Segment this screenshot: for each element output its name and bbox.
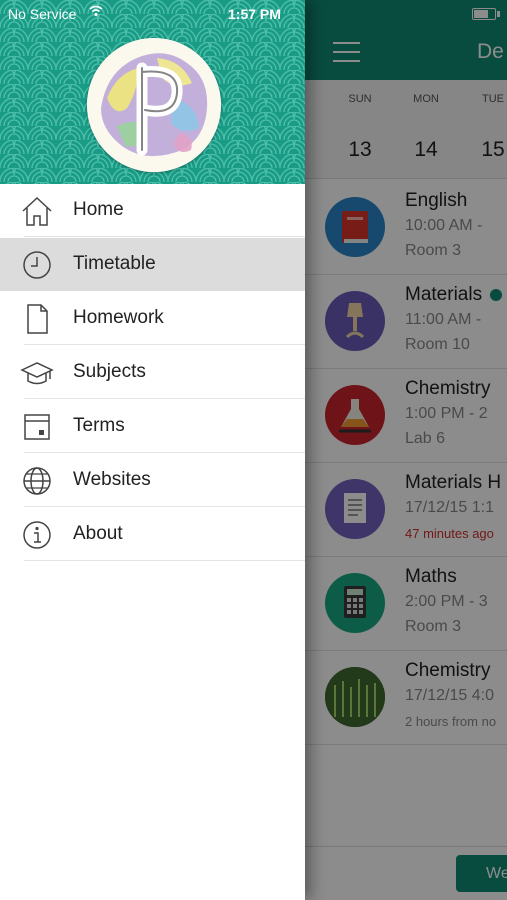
graduation-cap-icon bbox=[20, 362, 54, 385]
lesson-row[interactable]: Maths 2:00 PM - 3 Room 3 bbox=[305, 556, 507, 651]
info-icon bbox=[23, 521, 51, 549]
side-drawer: No Service 1:57 PM Home Timetable Homewo… bbox=[0, 0, 305, 900]
home-icon bbox=[22, 196, 52, 226]
drawer-header: No Service 1:57 PM bbox=[0, 0, 305, 184]
lesson-title: Materials bbox=[405, 284, 483, 305]
menu-item-homework[interactable]: Homework bbox=[0, 292, 305, 345]
battery-icon bbox=[472, 8, 496, 20]
document-icon bbox=[325, 479, 385, 539]
status-time: 1:57 PM bbox=[228, 6, 281, 22]
flask-icon bbox=[325, 385, 385, 445]
book-icon bbox=[325, 197, 385, 257]
menu-item-about[interactable]: About bbox=[0, 508, 305, 561]
lesson-row[interactable]: Chemistry 1:00 PM - 2 Lab 6 bbox=[305, 368, 507, 463]
calculator-icon bbox=[325, 573, 385, 633]
status-bar: No Service 1:57 PM bbox=[0, 0, 305, 28]
menu-item-home[interactable]: Home bbox=[0, 184, 305, 237]
globe-icon bbox=[23, 467, 51, 495]
clock-icon bbox=[23, 251, 51, 279]
week-strip: SUN 13 MON 14 TUE 15 bbox=[305, 80, 507, 179]
lesson-row[interactable]: Materials 11:00 AM - Room 10 bbox=[305, 274, 507, 369]
lesson-row[interactable]: Materials H 17/12/15 1:1 47 minutes ago bbox=[305, 462, 507, 557]
status-indicator bbox=[490, 288, 503, 301]
hamburger-menu-icon[interactable] bbox=[333, 42, 360, 62]
lesson-row[interactable]: English 10:00 AM - Room 3 bbox=[305, 180, 507, 275]
nav-title: De bbox=[477, 40, 504, 63]
timetable-screen: De SUN 13 MON 14 TUE 15 English 10:00 AM… bbox=[305, 0, 507, 900]
carrier-label: No Service bbox=[8, 6, 77, 22]
menu-item-timetable[interactable]: Timetable bbox=[0, 238, 305, 291]
lamp-icon bbox=[325, 291, 385, 351]
lesson-row[interactable]: Chemistry 17/12/15 4:0 2 hours from no bbox=[305, 650, 507, 745]
document-icon bbox=[27, 304, 48, 334]
wifi-icon bbox=[89, 5, 103, 17]
calendar-icon bbox=[24, 414, 50, 440]
school-logo bbox=[87, 38, 221, 172]
nav-bar: De bbox=[305, 0, 507, 80]
week-button[interactable]: We bbox=[456, 855, 507, 892]
menu-item-subjects[interactable]: Subjects bbox=[0, 346, 305, 399]
menu-item-terms[interactable]: Terms bbox=[0, 400, 305, 453]
menu-item-websites[interactable]: Websites bbox=[0, 454, 305, 507]
bottom-toolbar: We bbox=[305, 846, 507, 900]
plants-photo-icon bbox=[325, 667, 385, 727]
